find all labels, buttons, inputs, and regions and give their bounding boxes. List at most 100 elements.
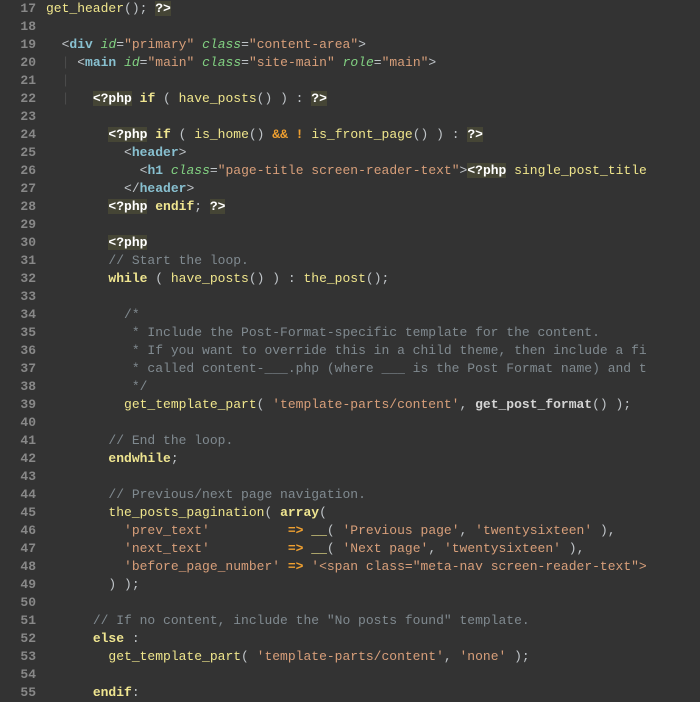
code-line[interactable]: * Include the Post-Format-specific templ… <box>46 324 700 342</box>
code-line[interactable]: </header> <box>46 180 700 198</box>
code-line[interactable]: endwhile; <box>46 450 700 468</box>
line-number: 32 <box>8 270 36 288</box>
token-op: && ! <box>272 127 303 142</box>
code-line[interactable]: while ( have_posts() ) : the_post(); <box>46 270 700 288</box>
token-punct <box>194 37 202 52</box>
line-number: 26 <box>8 162 36 180</box>
indent-guide <box>46 397 124 412</box>
code-line[interactable] <box>46 468 700 486</box>
indent-guide <box>46 145 124 160</box>
token-tag: header <box>132 145 179 160</box>
line-number: 43 <box>8 468 36 486</box>
code-line[interactable]: else : <box>46 630 700 648</box>
token-op: => <box>288 523 304 538</box>
line-number: 31 <box>8 252 36 270</box>
token-string: 'prev_text' <box>124 523 210 538</box>
code-line[interactable]: the_posts_pagination( array( <box>46 504 700 522</box>
token-punct: ( <box>147 271 170 286</box>
code-line[interactable]: get_template_part( 'template-parts/conte… <box>46 396 700 414</box>
code-line[interactable]: * called content-___.php (where ___ is t… <box>46 360 700 378</box>
code-line[interactable] <box>46 18 700 36</box>
token-attr: id <box>124 55 140 70</box>
code-line[interactable]: <div id="primary" class="content-area"> <box>46 36 700 54</box>
token-comment: * called content-___.php (where ___ is t… <box>132 361 647 376</box>
token-attr: class <box>171 163 210 178</box>
code-line[interactable]: * If you want to override this in a chil… <box>46 342 700 360</box>
line-number: 36 <box>8 342 36 360</box>
code-line[interactable] <box>46 666 700 684</box>
token-punct <box>280 559 288 574</box>
code-line[interactable] <box>46 216 700 234</box>
code-area[interactable]: get_header(); ?> <div id="primary" class… <box>46 0 700 700</box>
code-line[interactable]: // End the loop. <box>46 432 700 450</box>
code-line[interactable]: endif: <box>46 684 700 700</box>
code-line[interactable]: <?php if ( is_home() && ! is_front_page(… <box>46 126 700 144</box>
line-number: 49 <box>8 576 36 594</box>
indent-guide <box>46 343 132 358</box>
token-punct <box>116 55 124 70</box>
code-line[interactable] <box>46 594 700 612</box>
code-line[interactable]: <header> <box>46 144 700 162</box>
token-punct: ; <box>194 199 210 214</box>
code-editor[interactable]: 1718192021222324252627282930313233343536… <box>0 0 700 700</box>
token-func: __ <box>311 523 327 538</box>
code-line[interactable]: // Start the loop. <box>46 252 700 270</box>
indent-guide <box>46 613 93 628</box>
token-func: have_posts <box>179 91 257 106</box>
code-line[interactable]: 'prev_text' => __( 'Previous page', 'twe… <box>46 522 700 540</box>
indent-guide <box>46 37 62 52</box>
code-line[interactable]: ) ); <box>46 576 700 594</box>
code-line[interactable]: 'before_page_number' => '<span class="me… <box>46 558 700 576</box>
token-string: 'twentysixteen' <box>444 541 561 556</box>
indent-guide: | <box>46 55 77 70</box>
code-line[interactable]: <h1 class="page-title screen-reader-text… <box>46 162 700 180</box>
token-func: is_home <box>194 127 249 142</box>
token-comment: /* <box>124 307 140 322</box>
token-hl: ?> <box>311 91 327 106</box>
line-number: 25 <box>8 144 36 162</box>
indent-guide <box>46 181 124 196</box>
code-line[interactable]: | <main id="main" class="site-main" role… <box>46 54 700 72</box>
token-punct: ( <box>155 91 178 106</box>
token-string: '<span class="meta-nav screen-reader-tex… <box>311 559 646 574</box>
token-punct <box>210 523 288 538</box>
code-line[interactable]: <?php <box>46 234 700 252</box>
token-punct <box>194 55 202 70</box>
code-line[interactable]: 'next_text' => __( 'Next page', 'twentys… <box>46 540 700 558</box>
code-line[interactable]: | <box>46 72 700 90</box>
line-number: 46 <box>8 522 36 540</box>
code-line[interactable] <box>46 108 700 126</box>
code-line[interactable]: // Previous/next page navigation. <box>46 486 700 504</box>
indent-guide <box>46 523 124 538</box>
token-punct: ), <box>561 541 584 556</box>
token-punct: ), <box>592 523 615 538</box>
line-number: 53 <box>8 648 36 666</box>
code-line[interactable] <box>46 414 700 432</box>
token-comment: // If no content, include the "No posts … <box>93 613 530 628</box>
code-line[interactable]: // If no content, include the "No posts … <box>46 612 700 630</box>
line-number: 28 <box>8 198 36 216</box>
code-line[interactable]: | <?php if ( have_posts() ) : ?> <box>46 90 700 108</box>
code-line[interactable]: get_header(); ?> <box>46 0 700 18</box>
indent-guide <box>46 307 124 322</box>
indent-guide: | <box>46 91 93 106</box>
code-line[interactable]: get_template_part( 'template-parts/conte… <box>46 648 700 666</box>
line-number: 18 <box>8 18 36 36</box>
token-punct: = <box>374 55 382 70</box>
token-hl: <?php <box>108 235 147 250</box>
code-line[interactable] <box>46 288 700 306</box>
token-punct: ( <box>241 649 257 664</box>
token-string: 'none' <box>460 649 507 664</box>
token-tag: main <box>85 55 116 70</box>
code-line[interactable]: */ <box>46 378 700 396</box>
code-line[interactable]: <?php endif; ?> <box>46 198 700 216</box>
indent-guide <box>46 451 108 466</box>
indent-guide <box>46 361 132 376</box>
token-punct: </ <box>124 181 140 196</box>
code-line[interactable]: /* <box>46 306 700 324</box>
token-string: "main" <box>382 55 429 70</box>
token-func: get_template_part <box>124 397 257 412</box>
token-tag: div <box>69 37 92 52</box>
line-number: 23 <box>8 108 36 126</box>
token-string: 'twentysixteen' <box>475 523 592 538</box>
